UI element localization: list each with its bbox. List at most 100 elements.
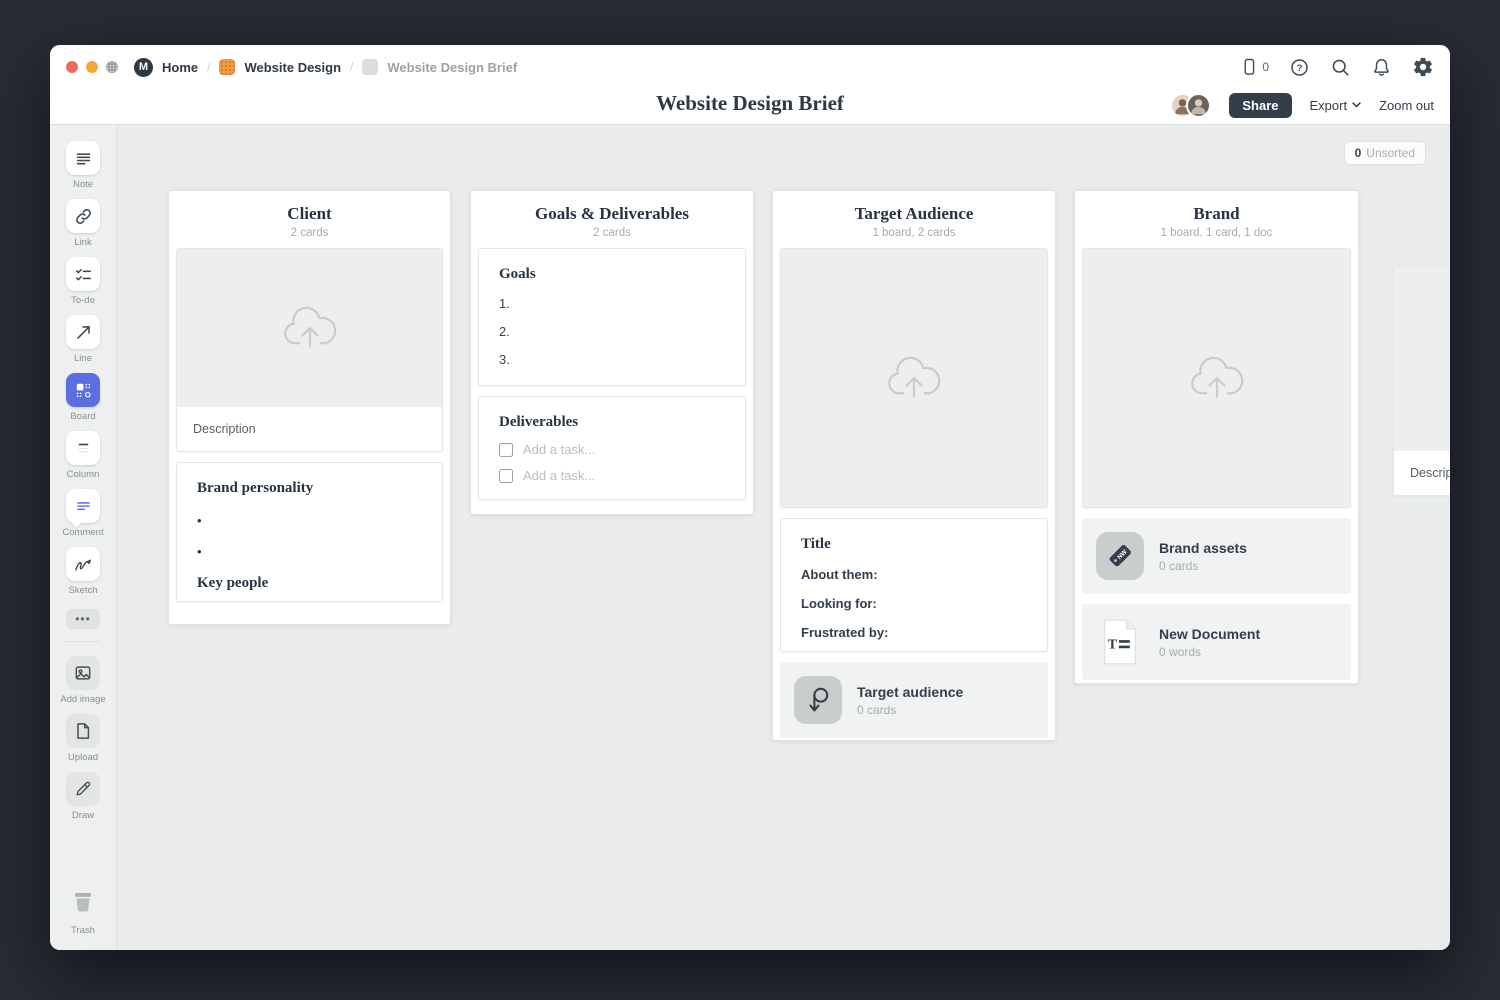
board-icon	[66, 373, 100, 407]
notifications-bell-icon[interactable]	[1371, 57, 1392, 78]
numbered-item: 2.	[499, 324, 725, 339]
share-button[interactable]: Share	[1229, 93, 1291, 118]
note-card-goals[interactable]: Goals 1. 2. 3.	[478, 248, 746, 386]
note-heading: Brand personality	[197, 480, 422, 497]
numbered-item: 1.	[499, 296, 725, 311]
board-title: Brand	[1085, 204, 1348, 224]
tool-sketch[interactable]: Sketch	[66, 547, 100, 596]
board-icon-website-design[interactable]	[219, 59, 235, 75]
document-title: New Document	[1159, 626, 1260, 642]
zoom-window-button[interactable]	[106, 61, 118, 73]
board-title: Client	[179, 204, 440, 224]
document-new-document[interactable]: T New Document 0 words	[1082, 604, 1351, 680]
note-heading: Deliverables	[499, 414, 725, 431]
todo-task-row: Add a task...	[499, 442, 725, 457]
image-placeholder	[781, 249, 1047, 507]
tool-link[interactable]: Link	[66, 199, 100, 248]
task-checkbox[interactable]	[499, 443, 513, 457]
minimize-window-button[interactable]	[86, 61, 98, 73]
board-canvas[interactable]: 0 Unsorted Client 2 cards Description Br…	[117, 125, 1450, 950]
board-header: Client 2 cards	[169, 191, 450, 248]
board-target-audience[interactable]: Target Audience 1 board, 2 cards Title A…	[772, 190, 1056, 741]
settings-gear-icon[interactable]	[1412, 56, 1434, 78]
note-card-deliverables[interactable]: Deliverables Add a task... Add a task...	[478, 396, 746, 500]
note-heading: Key people	[197, 575, 422, 592]
tool-comment[interactable]: Comment	[62, 489, 103, 538]
search-icon[interactable]	[1330, 57, 1351, 78]
board-subtitle: 1 board, 2 cards	[783, 227, 1045, 239]
cloud-upload-icon	[279, 304, 341, 352]
board-subtitle: 1 board, 1 card, 1 doc	[1085, 227, 1348, 239]
image-card[interactable]: Description	[176, 248, 443, 452]
sketch-pen-icon	[66, 547, 100, 581]
task-placeholder[interactable]: Add a task...	[523, 442, 595, 457]
board-arrow-icon	[794, 676, 842, 724]
milanote-logo-icon[interactable]: M	[134, 58, 153, 77]
numbered-item: 3.	[499, 352, 725, 367]
tool-line[interactable]: Line	[66, 315, 100, 364]
breadcrumb-home[interactable]: Home	[162, 60, 198, 75]
tool-board[interactable]: Board	[66, 373, 100, 422]
export-label: Export	[1310, 98, 1348, 113]
help-icon[interactable]: ?	[1289, 57, 1310, 78]
close-window-button[interactable]	[66, 61, 78, 73]
cloud-upload-icon	[883, 354, 945, 402]
note-card-persona[interactable]: Title About them: Looking for: Frustrate…	[780, 518, 1048, 652]
task-placeholder[interactable]: Add a task...	[523, 468, 595, 483]
upload-file-icon	[66, 714, 100, 748]
cloud-upload-icon	[1186, 354, 1248, 402]
note-card-brand-personality[interactable]: Brand personality • • Key people	[176, 462, 443, 602]
subboard-meta: 0 cards	[1159, 559, 1247, 573]
image-card[interactable]	[1082, 248, 1351, 508]
breadcrumb-separator: /	[207, 60, 210, 74]
unsorted-badge[interactable]: 0 Unsorted	[1344, 141, 1426, 165]
subboard-target-audience[interactable]: Target audience 0 cards	[780, 662, 1048, 738]
svg-text:T: T	[1108, 637, 1118, 653]
todo-task-row: Add a task...	[499, 468, 725, 483]
todo-checklist-icon	[66, 257, 100, 291]
board-brand[interactable]: Brand 1 board, 1 card, 1 doc NW Brand as…	[1074, 190, 1359, 684]
trash-bin-icon	[68, 886, 98, 921]
board-subtitle: 2 cards	[179, 227, 440, 239]
more-tools-button[interactable]: •••	[66, 609, 100, 629]
draw-pencil-icon	[66, 772, 100, 806]
image-card[interactable]	[780, 248, 1048, 508]
tool-todo[interactable]: To-do	[66, 257, 100, 306]
breadcrumb-website-design[interactable]: Website Design	[244, 60, 341, 75]
board-client[interactable]: Client 2 cards Description Brand persona…	[168, 190, 451, 625]
bullet-item: •	[197, 513, 422, 528]
board-goals-deliverables[interactable]: Goals & Deliverables 2 cards Goals 1. 2.…	[470, 190, 754, 515]
mobile-device-button[interactable]: 0	[1239, 56, 1269, 78]
comment-icon	[66, 489, 100, 523]
column-icon	[66, 431, 100, 465]
tool-add-image[interactable]: Add image	[60, 656, 105, 705]
zoom-out-button[interactable]: Zoom out	[1379, 98, 1434, 113]
note-heading: Title	[801, 536, 1027, 553]
header-right-actions: Share Export Zoom out	[1170, 89, 1434, 121]
breadcrumb-website-design-brief[interactable]: Website Design Brief	[387, 60, 517, 75]
image-card-partial[interactable]: Description	[1393, 265, 1450, 496]
field-label: Frustrated by:	[801, 625, 1027, 640]
titlebar: M Home / Website Design / Website Design…	[50, 45, 1450, 89]
export-button[interactable]: Export	[1310, 98, 1362, 113]
window-controls	[66, 61, 118, 73]
board-header: Brand 1 board, 1 card, 1 doc	[1075, 191, 1358, 248]
trash[interactable]: Trash	[68, 886, 98, 936]
task-checkbox[interactable]	[499, 469, 513, 483]
tool-column[interactable]: Column	[66, 431, 100, 480]
bullet-item: •	[197, 544, 422, 559]
tool-upload[interactable]: Upload	[66, 714, 100, 763]
subboard-brand-assets[interactable]: NW Brand assets 0 cards	[1082, 518, 1351, 594]
avatar[interactable]	[1186, 93, 1211, 118]
tool-draw[interactable]: Draw	[66, 772, 100, 821]
breadcrumb-separator: /	[350, 60, 353, 74]
image-caption: Description	[177, 407, 442, 451]
tool-note[interactable]: Note	[66, 141, 100, 190]
document-meta: 0 words	[1159, 645, 1260, 659]
sidebar-divider	[65, 641, 101, 642]
field-label: Looking for:	[801, 596, 1027, 611]
board-header: Target Audience 1 board, 2 cards	[773, 191, 1055, 248]
titlebar-actions: 0 ?	[1239, 56, 1434, 78]
board-header: Goals & Deliverables 2 cards	[471, 191, 753, 248]
arrow-line-icon	[66, 315, 100, 349]
